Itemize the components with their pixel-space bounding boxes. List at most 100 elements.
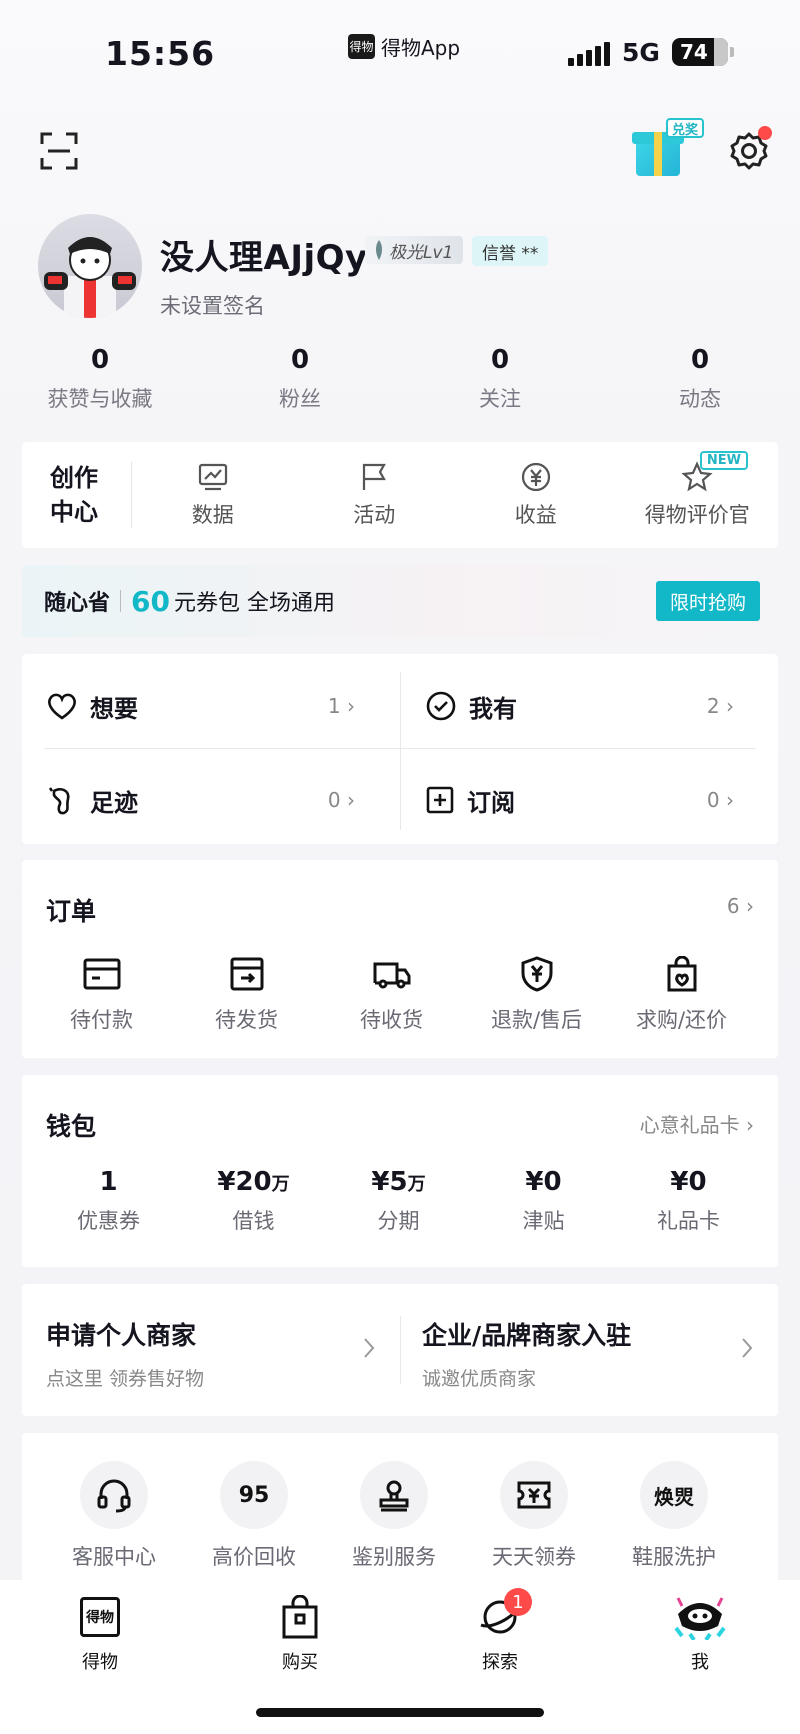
order-refund[interactable]: 退款/售后	[464, 956, 609, 1034]
want-label: 想要	[90, 694, 138, 723]
merchant-subtitle: 点这里 领券售好物	[46, 1368, 205, 1390]
scan-icon[interactable]	[40, 132, 78, 170]
order-pending-receipt[interactable]: 待收货	[319, 956, 464, 1034]
level-badge[interactable]: 极光Lv1	[365, 236, 464, 264]
want-item[interactable]: 想要 1 ›	[22, 664, 377, 748]
order-label: 退款/售后	[490, 1008, 583, 1032]
promo-text: 元券包 全场通用	[173, 591, 335, 616]
stat-fans[interactable]: 0 粉丝	[200, 345, 400, 413]
wallet-value: ¥0	[525, 1167, 562, 1197]
wallet-value: ¥0	[670, 1167, 707, 1197]
shopping-bag-icon	[240, 1594, 360, 1640]
footprint-icon	[48, 787, 70, 815]
network-label: 5G	[622, 38, 660, 67]
service-recycle[interactable]: 95 高价回收	[189, 1461, 319, 1571]
wallet-label: 分期	[377, 1209, 420, 1233]
stat-label: 关注	[479, 387, 521, 411]
services-card: 客服中心 95 高价回收 鉴别服务 天天领券 焕焸 鞋服洗护	[22, 1433, 778, 1593]
order-label: 待发货	[215, 1008, 278, 1032]
creator-activity[interactable]: 活动	[294, 461, 456, 529]
redeem-gift-button[interactable]: 兑奖	[632, 118, 704, 178]
tab-me[interactable]: 我	[640, 1594, 760, 1674]
creator-data[interactable]: 数据	[132, 461, 294, 529]
shield-yuan-icon	[521, 956, 552, 992]
stat-following[interactable]: 0 关注	[400, 345, 600, 413]
wallet-label: 借钱	[232, 1209, 275, 1233]
battery-level: 74	[680, 40, 708, 64]
wallet-label: 优惠券	[77, 1209, 140, 1233]
service-authentication[interactable]: 鉴别服务	[329, 1461, 459, 1571]
me-mascot-icon	[640, 1594, 760, 1640]
wallet-gift-card[interactable]: ¥0 礼品卡	[616, 1167, 761, 1235]
wallet-allowance[interactable]: ¥0 津贴	[471, 1167, 616, 1235]
tab-buy[interactable]: 购买	[240, 1594, 360, 1674]
service-customer-center[interactable]: 客服中心	[49, 1461, 179, 1571]
subscribe-label: 订阅	[467, 788, 515, 817]
order-wanted[interactable]: 求购/还价	[609, 956, 754, 1034]
wallet-value: ¥5万	[371, 1167, 426, 1197]
battery-icon: 74	[672, 38, 728, 66]
laundry-icon: 焕焸	[640, 1461, 708, 1529]
creator-data-label: 数据	[191, 503, 234, 527]
creator-title-line1: 创作	[50, 464, 98, 492]
box-icon	[230, 957, 263, 991]
have-label: 我有	[469, 694, 517, 723]
creator-earnings[interactable]: 收益	[455, 461, 617, 529]
check-circle-icon	[426, 691, 456, 721]
merchant-title: 企业/品牌商家入驻	[422, 1321, 632, 1350]
username: 没人理AJjQy	[160, 238, 368, 278]
brand-merchant-entry[interactable]: 企业/品牌商家入驻 诚邀优质商家	[422, 1316, 631, 1391]
heart-icon	[48, 693, 76, 720]
service-label: 鉴别服务	[352, 1545, 436, 1569]
battery-tip	[730, 47, 734, 57]
tab-explore[interactable]: 1 探索	[440, 1588, 560, 1674]
merchant-subtitle: 诚邀优质商家	[422, 1368, 537, 1390]
flag-icon	[363, 463, 387, 490]
signature[interactable]: 未设置签名	[160, 290, 265, 320]
order-pending-shipment[interactable]: 待发货	[174, 956, 319, 1034]
avatar[interactable]	[38, 214, 142, 318]
stat-value: 0	[690, 345, 710, 375]
subscribe-item[interactable]: 订阅 0 ›	[401, 758, 756, 842]
wallet-coupons[interactable]: 1 优惠券	[36, 1167, 181, 1235]
order-status-row: 待付款 待发货 待收货 退款/售后 求购/还价	[29, 956, 785, 1034]
promo-banner[interactable]: 随心省 60 元券包 全场通用 限时抢购	[22, 565, 778, 637]
creator-center-title[interactable]: 创作 中心	[22, 462, 132, 528]
settings-button[interactable]	[728, 126, 772, 172]
avatar-illustration	[44, 237, 136, 318]
footprint-item[interactable]: 足迹 0 ›	[22, 758, 377, 842]
order-pending-payment[interactable]: 待付款	[29, 956, 174, 1034]
credit-badge[interactable]: 信誉 **	[472, 236, 549, 266]
redeem-tag: 兑奖	[666, 118, 704, 138]
service-laundry[interactable]: 焕焸 鞋服洗护	[609, 1461, 739, 1571]
service-daily-coupons[interactable]: 天天领券	[469, 1461, 599, 1571]
stat-likes[interactable]: 0 获赞与收藏	[0, 345, 200, 413]
subscribe-count: 0 ›	[706, 788, 734, 812]
promo-buy-button[interactable]: 限时抢购	[656, 581, 760, 621]
want-count: 1 ›	[327, 694, 355, 718]
tab-label: 探索	[482, 1652, 518, 1673]
feather-icon	[376, 240, 382, 260]
promo-amount: 60	[131, 584, 170, 618]
gift-card-link[interactable]: 心意礼品卡 ›	[640, 1109, 754, 1138]
footprint-label: 足迹	[90, 788, 138, 817]
have-item[interactable]: 我有 2 ›	[401, 664, 756, 748]
subscribe-icon	[426, 786, 454, 814]
tab-home[interactable]: 得物 得物	[40, 1594, 160, 1674]
card-icon	[83, 958, 120, 990]
new-tag: NEW	[699, 451, 748, 470]
wallet-installment[interactable]: ¥5万分期	[326, 1167, 471, 1235]
personal-merchant-entry[interactable]: 申请个人商家 点这里 领券售好物	[46, 1316, 204, 1391]
stat-label: 获赞与收藏	[47, 387, 153, 411]
stat-posts[interactable]: 0 动态	[600, 345, 800, 413]
home-indicator	[256, 1708, 544, 1717]
profile-page: 15:56 得物 得物App 5G 74 兑奖 没人理AJjQy 极光Lv1 信…	[0, 0, 800, 1734]
creator-reviewer[interactable]: NEW 得物评价官	[617, 451, 779, 529]
wallet-card: 钱包 心意礼品卡 › 1 优惠券 ¥20万 借钱 ¥5万 分期 ¥0 津贴 ¥0 礼品卡	[22, 1075, 778, 1267]
status-app-name: 得物 得物App	[348, 32, 460, 61]
status-time: 15:56	[105, 34, 216, 73]
settings-notification-dot	[758, 126, 772, 140]
wallet-loan[interactable]: ¥20万 借钱	[181, 1167, 326, 1235]
orders-all-link[interactable]: 6 ›	[727, 894, 754, 918]
chevron-right-icon	[364, 1338, 375, 1358]
